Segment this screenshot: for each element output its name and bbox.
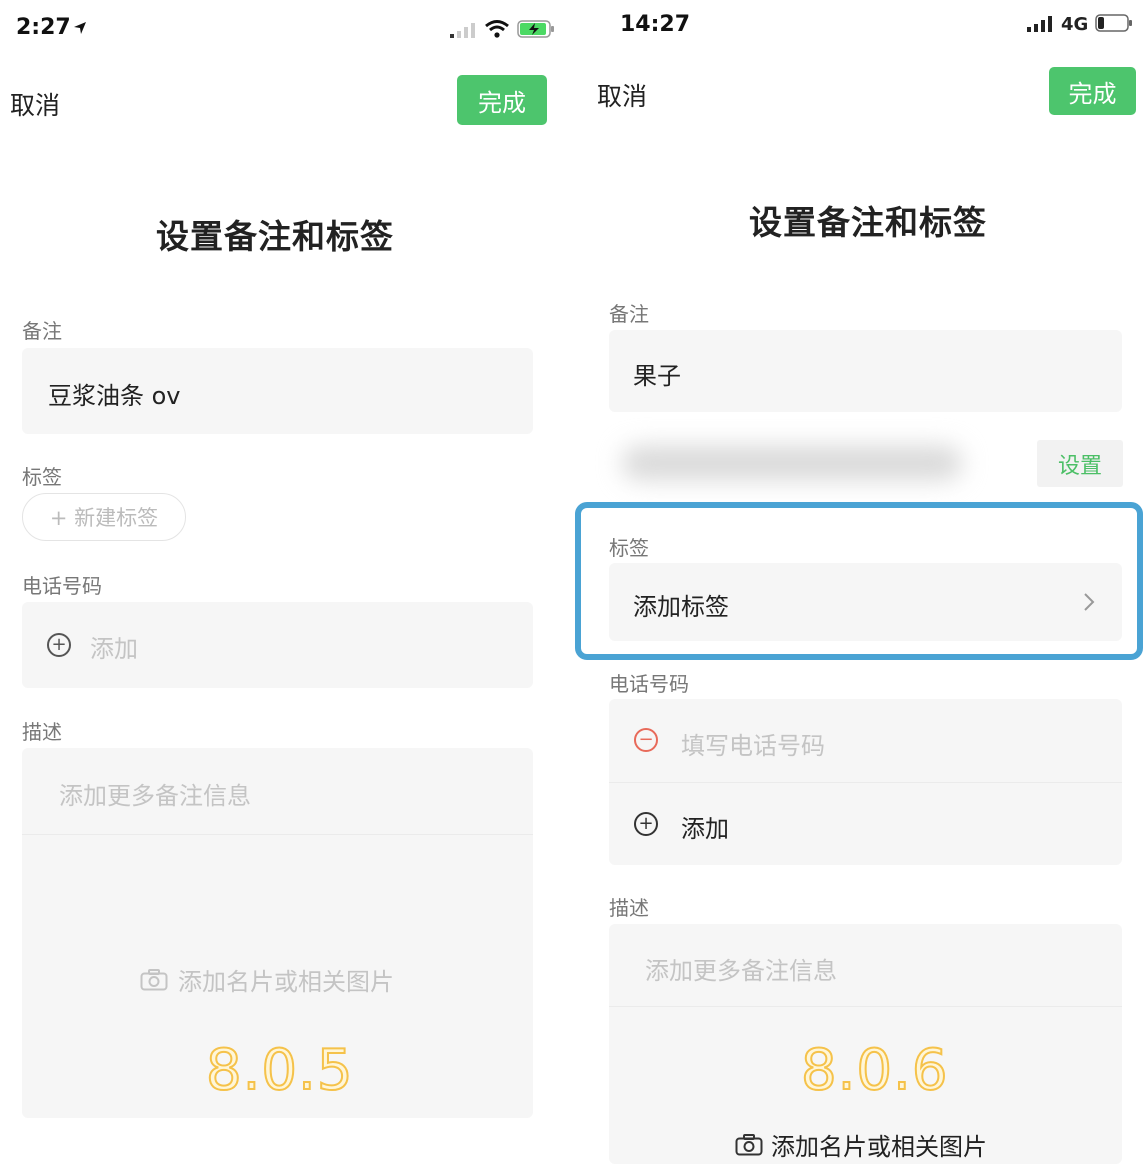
tags-label: 标签 [609, 536, 649, 560]
chevron-right-icon [1084, 593, 1095, 611]
add-photo-button[interactable]: 添加名片或相关图片 [735, 1127, 987, 1162]
camera-icon [735, 1133, 763, 1155]
phone-add-row[interactable]: + 添加 [22, 602, 533, 688]
desc-label: 描述 [609, 896, 649, 920]
remark-input[interactable]: 豆浆油条 ov [22, 348, 533, 434]
remark-value: 果子 [633, 362, 681, 390]
remark-label: 备注 [22, 319, 62, 343]
divider [609, 1006, 1122, 1007]
location-arrow-icon [74, 22, 86, 34]
new-tag-button[interactable]: + 新建标签 [22, 493, 186, 541]
camera-icon [140, 968, 168, 990]
blurred-content [622, 446, 962, 480]
desc-placeholder[interactable]: 添加更多备注信息 [59, 776, 251, 811]
remark-input[interactable]: 果子 [609, 330, 1122, 412]
version-label: 8.0.6 [800, 1037, 949, 1104]
desc-label: 描述 [22, 720, 62, 744]
remark-label: 备注 [609, 302, 649, 326]
desc-placeholder[interactable]: 添加更多备注信息 [645, 951, 837, 986]
minus-circle-icon[interactable]: − [634, 728, 658, 752]
divider [22, 834, 533, 835]
desc-area: 添加更多备注信息 添加名片或相关图片 8.0.5 [22, 748, 533, 1118]
wifi-icon [485, 20, 509, 38]
status-time: 2:27 [16, 15, 71, 40]
status-time: 14:27 [620, 12, 691, 37]
add-photo-label: 添加名片或相关图片 [178, 968, 394, 996]
phone-add-label: 添加 [90, 635, 138, 663]
page-title: 设置备注和标签 [749, 203, 987, 242]
remark-value: 豆浆油条 ov [48, 382, 181, 410]
set-button[interactable]: 设置 [1037, 440, 1123, 487]
plus-circle-icon: + [634, 812, 658, 836]
network-type: 4G [1061, 14, 1089, 35]
phone-placeholder: 填写电话号码 [681, 732, 825, 760]
add-tag-row[interactable]: 添加标签 [609, 563, 1122, 641]
cancel-button[interactable]: 取消 [597, 77, 647, 113]
phone-label: 电话号码 [609, 672, 689, 696]
battery-low-icon [1095, 14, 1132, 32]
phone-add-row[interactable]: + 添加 [609, 783, 1122, 865]
cancel-button[interactable]: 取消 [10, 86, 60, 122]
phone-input-row[interactable]: − 填写电话号码 [609, 699, 1122, 782]
add-tag-label: 添加标签 [633, 593, 729, 621]
phone-group: − 填写电话号码 + 添加 [609, 699, 1122, 865]
version-label: 8.0.5 [205, 1037, 354, 1104]
phone-add-label: 添加 [681, 815, 729, 843]
signal-bars-icon [1027, 16, 1052, 32]
page-title: 设置备注和标签 [156, 217, 394, 256]
done-button[interactable]: 完成 [1049, 67, 1136, 115]
add-photo-label: 添加名片或相关图片 [771, 1133, 987, 1161]
desc-area: 添加更多备注信息 8.0.6 添加名片或相关图片 [609, 924, 1122, 1164]
battery-charging-icon [517, 20, 554, 38]
add-photo-button[interactable]: 添加名片或相关图片 [140, 962, 394, 997]
done-button[interactable]: 完成 [457, 75, 547, 125]
phone-label: 电话号码 [22, 574, 102, 598]
plus-circle-icon: + [47, 633, 71, 657]
tags-label: 标签 [22, 465, 62, 489]
signal-bars-icon [450, 23, 475, 38]
